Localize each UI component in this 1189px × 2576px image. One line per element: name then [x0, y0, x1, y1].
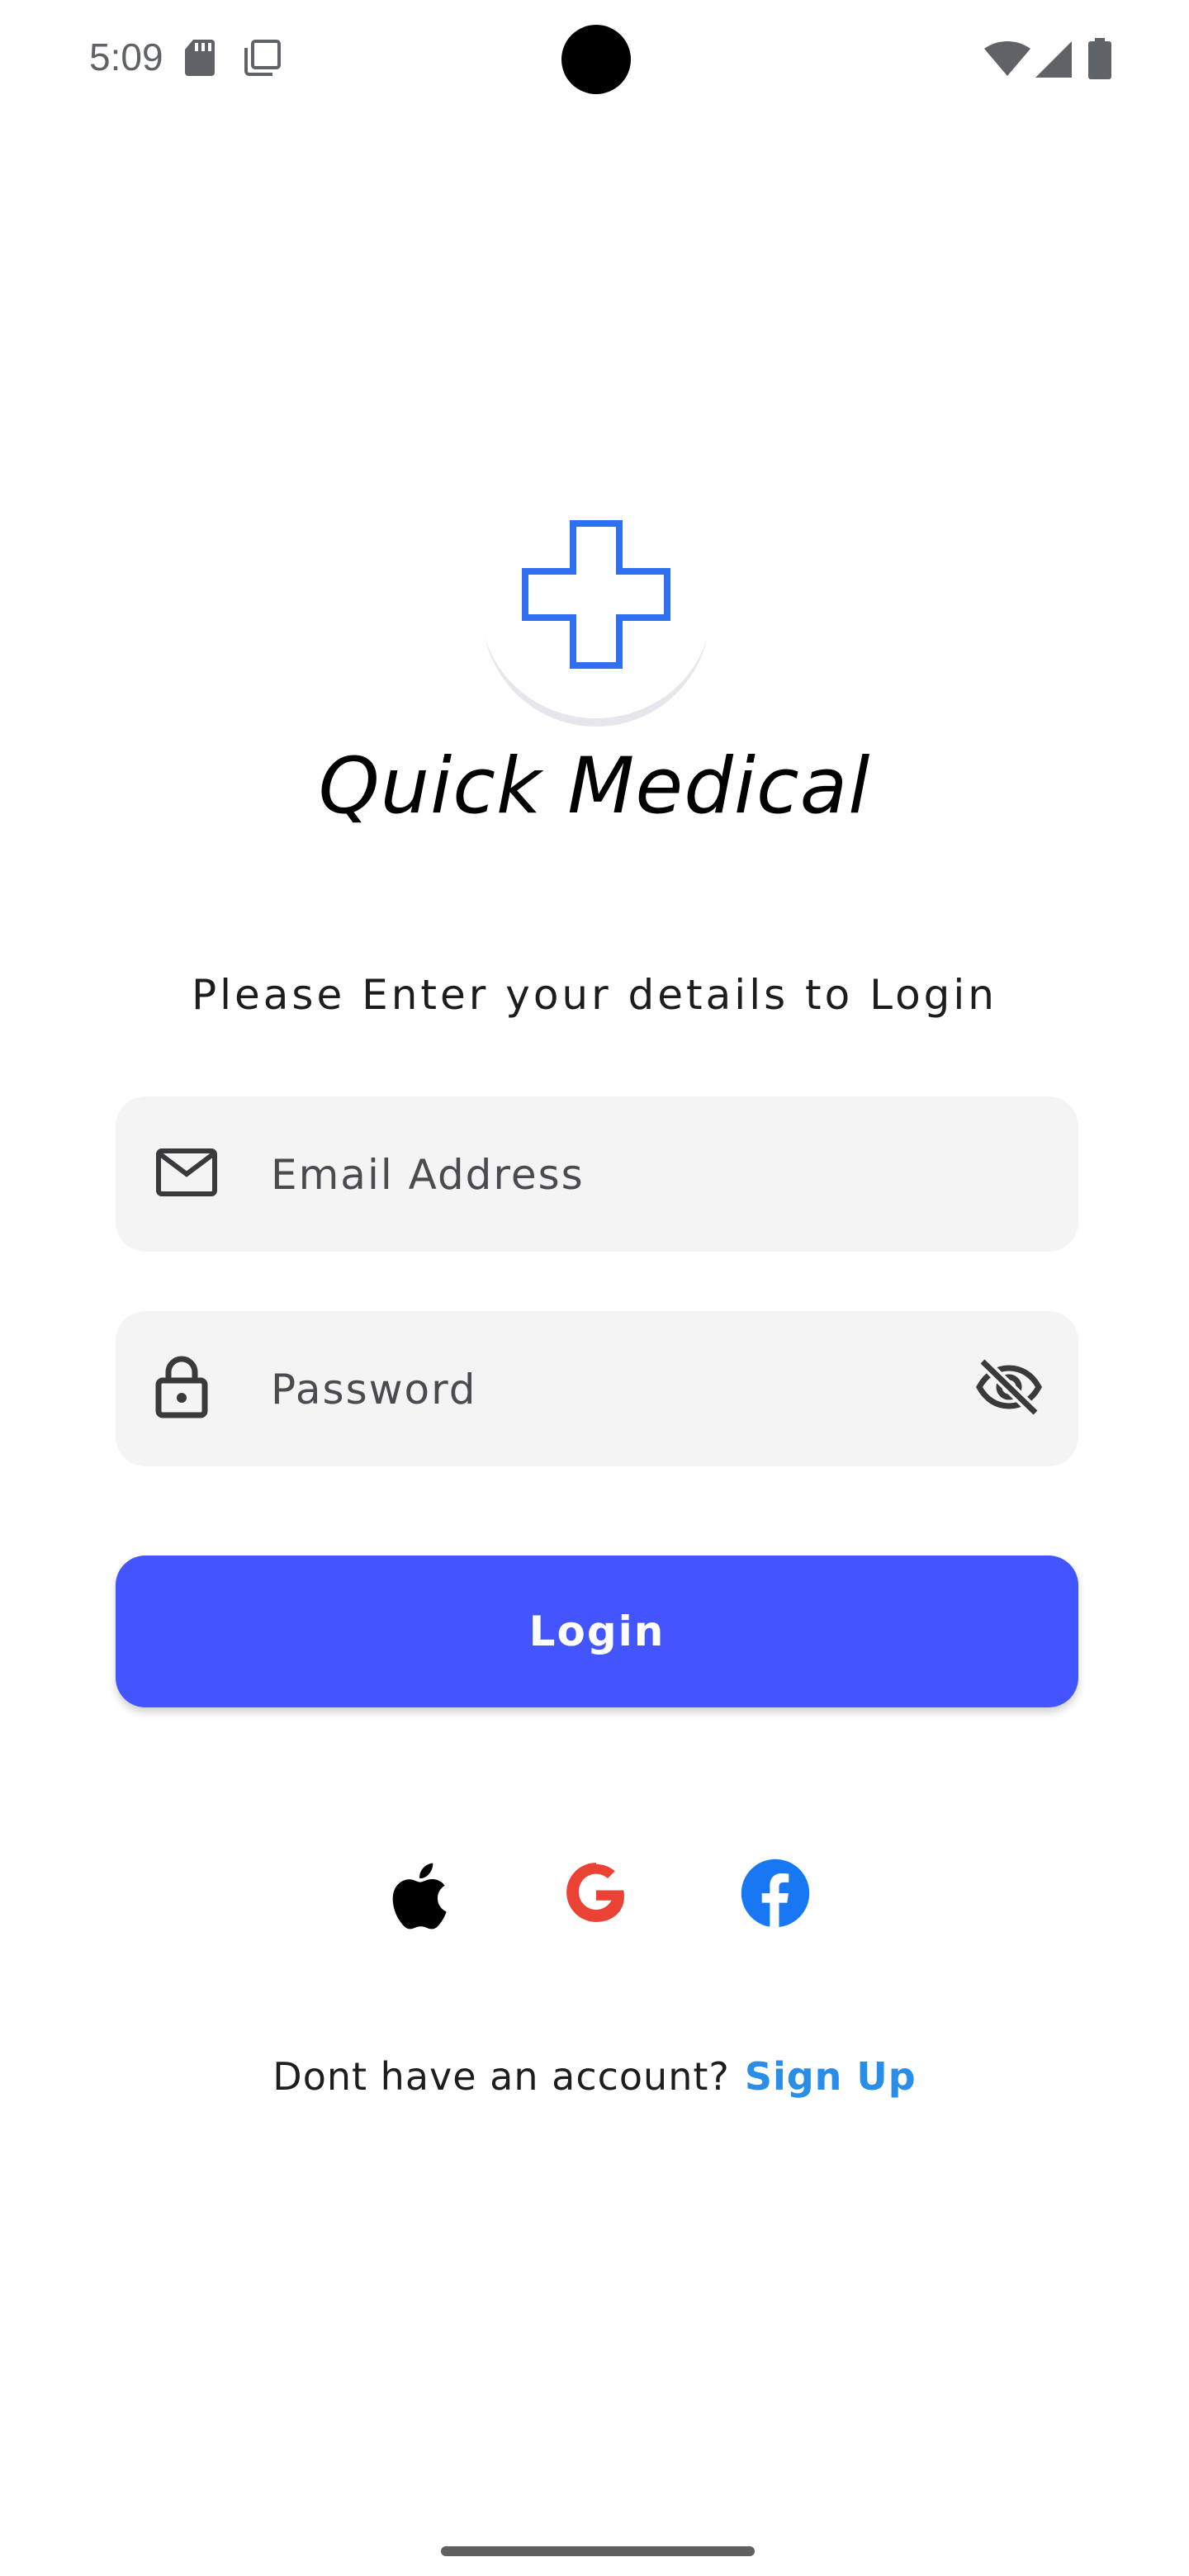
apple-icon[interactable] [383, 1859, 449, 1935]
screenshot-icon [243, 38, 282, 81]
login-screen: 5:09 Quick Medical Please Enter your det… [0, 0, 1189, 2576]
login-button[interactable]: Login [116, 1556, 1078, 1707]
signup-row: Dont have an account? Sign Up [0, 2054, 1189, 2099]
eye-off-icon[interactable] [976, 1357, 1042, 1419]
password-field[interactable] [116, 1311, 1078, 1468]
facebook-icon[interactable] [740, 1858, 811, 1932]
email-input[interactable] [269, 1096, 917, 1253]
password-input[interactable] [269, 1311, 917, 1468]
camera-cutout [561, 25, 631, 94]
sd-card-icon [182, 38, 218, 81]
mail-icon [155, 1148, 218, 1200]
login-subtitle: Please Enter your details to Login [191, 971, 997, 1019]
email-field[interactable] [116, 1096, 1078, 1253]
app-title: Quick Medical [318, 741, 871, 831]
wifi-icon [984, 41, 1030, 81]
app-logo [481, 495, 712, 718]
lock-icon [155, 1356, 208, 1422]
signal-icon [1035, 41, 1072, 81]
status-bar: 5:09 [0, 0, 1189, 116]
signup-link[interactable]: Sign Up [745, 2054, 917, 2099]
battery-icon [1088, 38, 1111, 83]
signup-prompt: Dont have an account? [272, 2054, 730, 2099]
status-time: 5:09 [89, 36, 163, 78]
medical-cross-icon [522, 520, 670, 672]
google-icon[interactable] [561, 1858, 631, 1930]
home-indicator[interactable] [441, 2546, 755, 2556]
